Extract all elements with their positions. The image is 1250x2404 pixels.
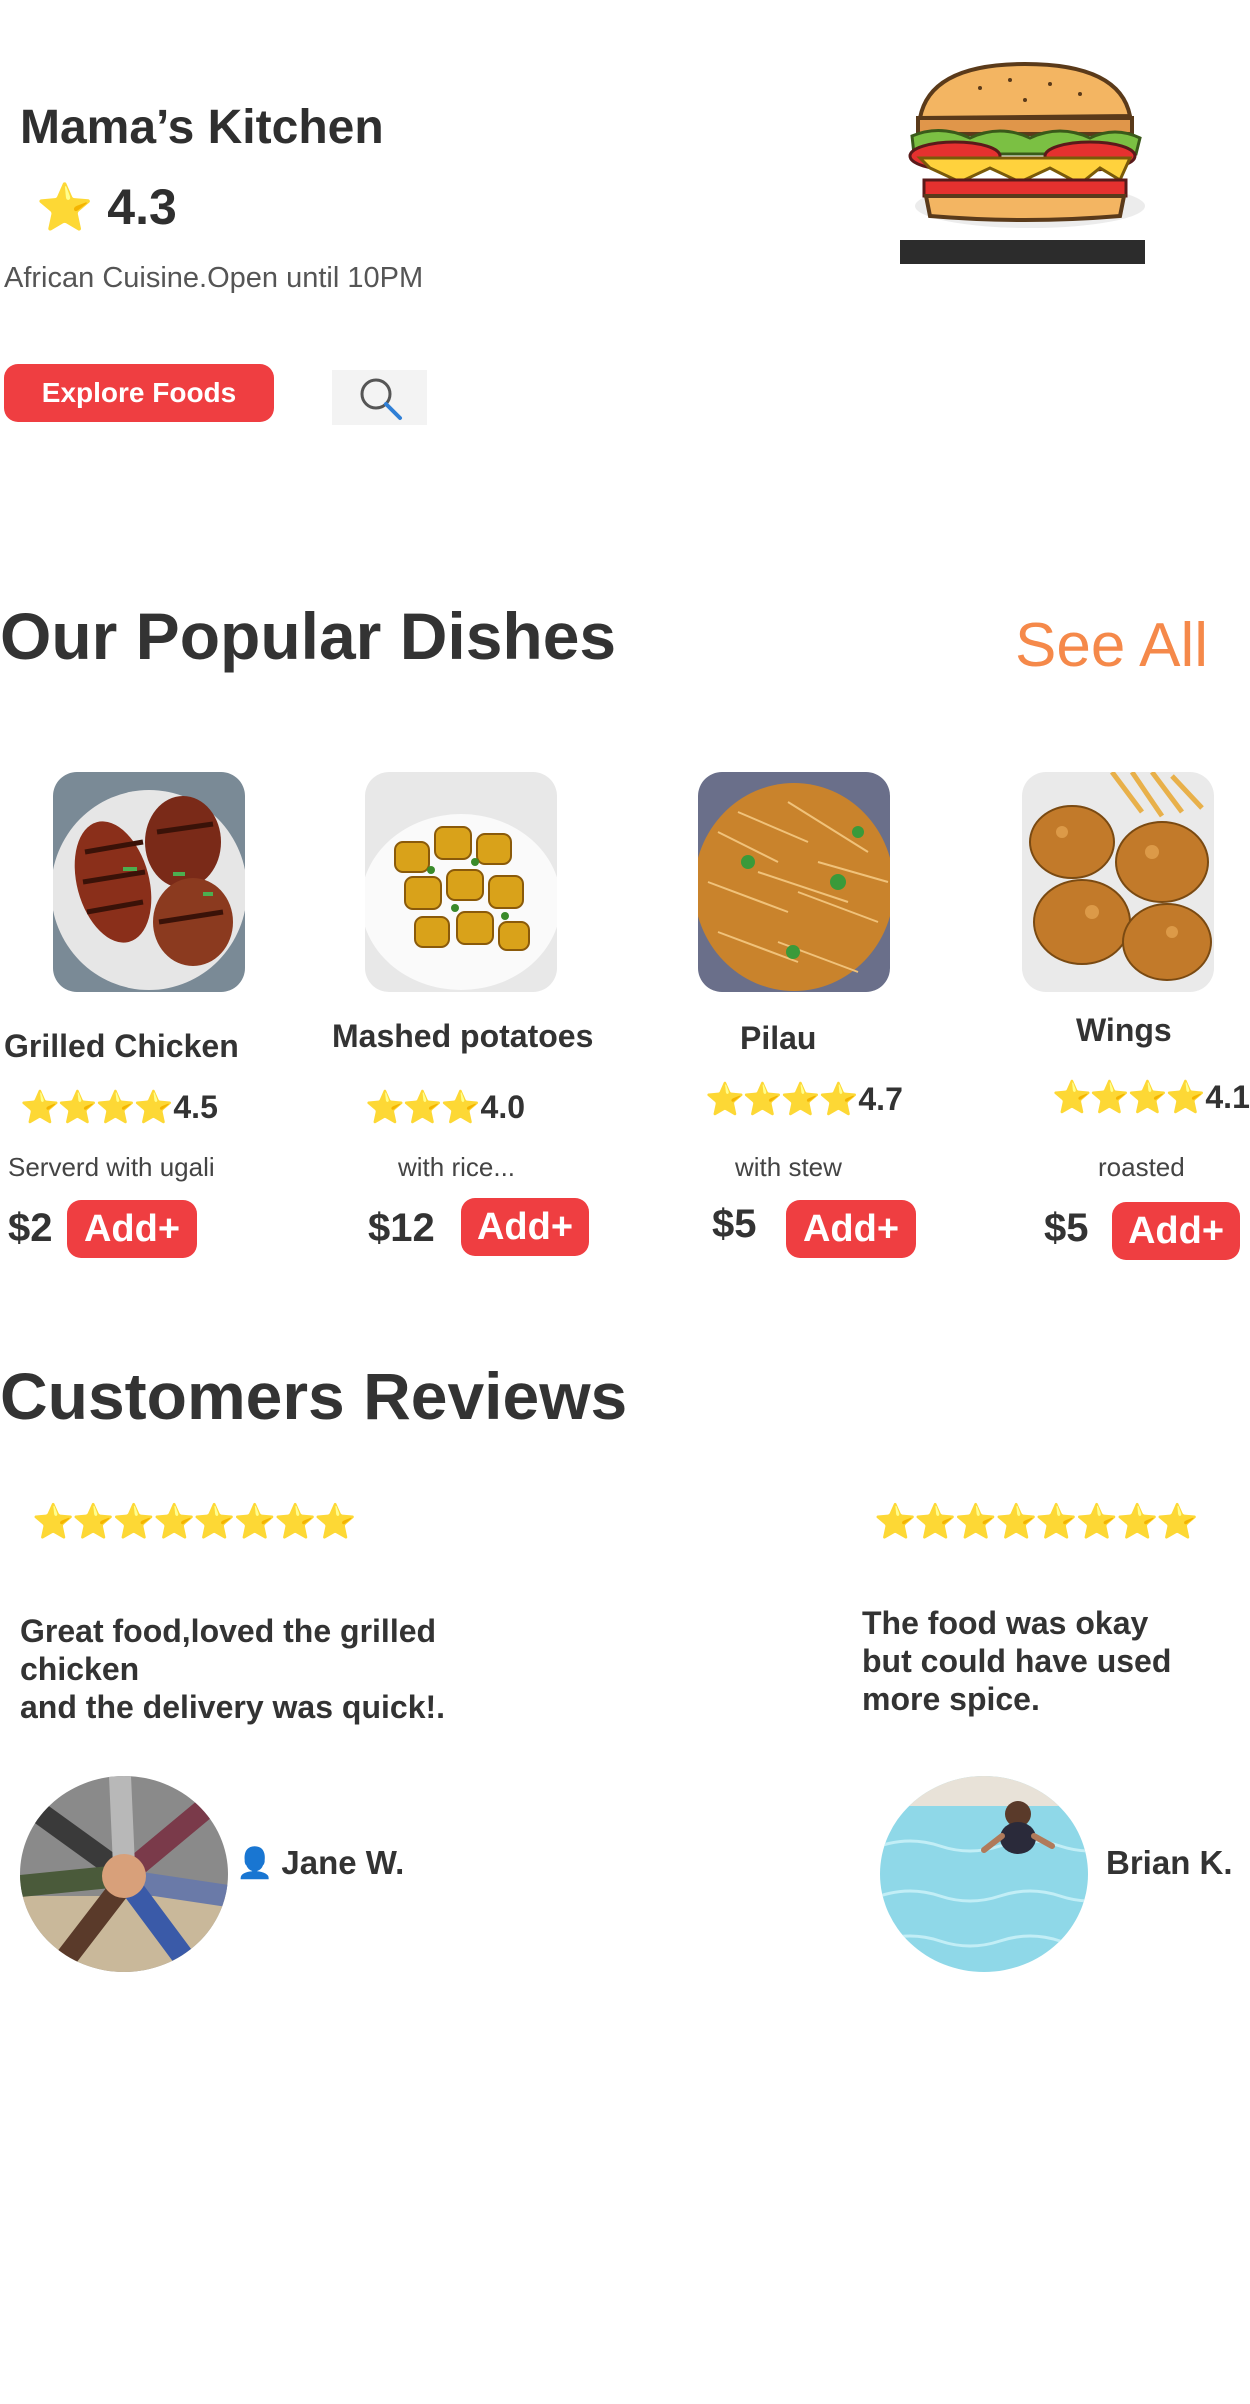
dish-rating-value: 4.5	[173, 1088, 218, 1125]
star-icon: ⭐⭐⭐⭐	[1052, 1079, 1205, 1115]
dish-rating-value: 4.7	[858, 1080, 903, 1117]
see-all-link[interactable]: See All	[1015, 610, 1208, 681]
star-icon: ⭐	[36, 181, 94, 233]
wings-photo[interactable]	[1022, 772, 1214, 992]
restaurant-rating: ⭐ 4.3	[36, 178, 177, 236]
dish-name: Mashed potatoes	[332, 1018, 594, 1054]
dish-rating: ⭐⭐⭐⭐ 4.7	[705, 1080, 903, 1118]
dish-name: Wings	[1076, 1012, 1172, 1048]
dish-description: with stew	[735, 1152, 842, 1182]
add-to-cart-button[interactable]: Add+	[1112, 1202, 1240, 1260]
person-icon: 👤	[236, 1846, 274, 1880]
reviewer-name: 👤 Jane W.	[236, 1844, 404, 1882]
pilau-photo[interactable]	[698, 772, 890, 992]
hands-together-photo	[20, 1776, 228, 1972]
star-icon: ⭐⭐⭐⭐⭐⭐⭐⭐	[874, 1503, 1199, 1541]
dish-description: Serverd with ugali	[8, 1152, 215, 1182]
dish-price: $5	[1044, 1206, 1089, 1250]
dish-name: Grilled Chicken	[4, 1028, 239, 1064]
star-icon: ⭐⭐⭐	[365, 1089, 481, 1125]
review-text: Great food,loved the grilled chicken and…	[20, 1613, 446, 1725]
star-icon: ⭐⭐⭐⭐	[705, 1081, 858, 1117]
dish-price: $2	[8, 1206, 53, 1250]
reviewer-name: Brian K.	[1106, 1844, 1233, 1882]
dish-price: $12	[368, 1206, 435, 1250]
restaurant-name: Mama’s Kitchen	[20, 101, 384, 154]
dish-rating-value: 4.0	[480, 1088, 526, 1125]
add-to-cart-button[interactable]: Add+	[786, 1200, 916, 1258]
add-to-cart-button[interactable]: Add+	[461, 1198, 589, 1256]
review-text: The food was okay but could have used mo…	[862, 1605, 1172, 1717]
grilled-chicken-photo[interactable]	[53, 772, 245, 992]
customer-reviews-title: Customers Reviews	[0, 1359, 628, 1433]
explore-foods-button[interactable]: Explore Foods	[4, 364, 274, 422]
dish-name: Pilau	[740, 1020, 817, 1056]
dish-description: roasted	[1098, 1152, 1185, 1182]
dish-price: $5	[712, 1202, 757, 1246]
dish-rating: ⭐⭐⭐ 4.0	[365, 1088, 525, 1126]
restaurant-subtitle: African Cuisine.Open until 10PM	[4, 262, 424, 294]
dish-rating: ⭐⭐⭐⭐ 4.5	[20, 1088, 218, 1126]
dish-description: with rice...	[398, 1152, 516, 1182]
search-button[interactable]	[332, 370, 427, 425]
dish-rating: ⭐⭐⭐⭐ 4.1	[1052, 1078, 1250, 1116]
add-to-cart-button[interactable]: Add+	[67, 1200, 197, 1258]
dish-rating-value: 4.1	[1205, 1078, 1250, 1115]
sandwich-illustration	[908, 61, 1145, 228]
search-icon	[360, 378, 402, 420]
hero-underline	[900, 240, 1145, 264]
star-icon: ⭐⭐⭐⭐	[20, 1089, 173, 1125]
potatoes-photo[interactable]	[365, 772, 557, 992]
star-icon: ⭐⭐⭐⭐⭐⭐⭐⭐	[32, 1503, 357, 1541]
popular-dishes-title: Our Popular Dishes	[0, 599, 617, 673]
rating-value: 4.3	[107, 179, 177, 235]
reviewer-name-text: Brian K.	[1106, 1844, 1233, 1881]
reviewer-name-text: Jane W.	[281, 1844, 405, 1881]
swimming-pool-photo	[880, 1776, 1088, 1972]
